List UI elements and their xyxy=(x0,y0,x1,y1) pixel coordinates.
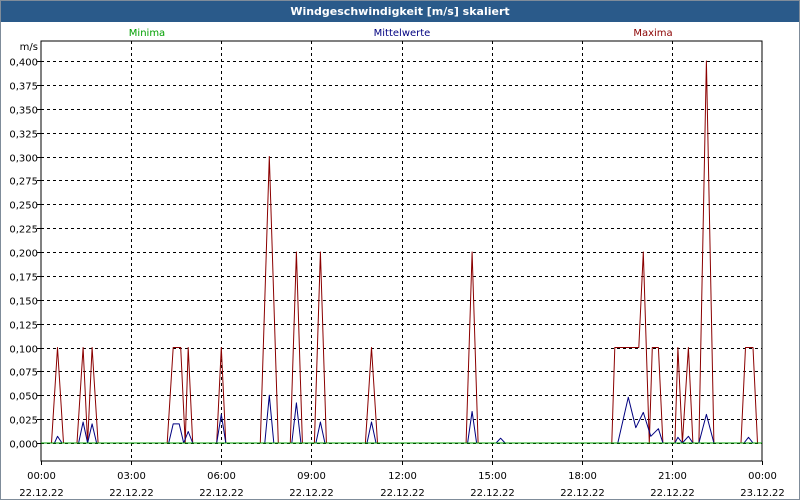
y-tick-label: 0,075 xyxy=(9,368,38,379)
y-tick-label: 0,325 xyxy=(9,130,38,141)
y-tick-label: 0,125 xyxy=(9,321,38,332)
x-tick-time: 06:00 xyxy=(207,471,236,482)
x-tick-time: 15:00 xyxy=(478,471,507,482)
y-tick-label: 0,275 xyxy=(9,177,38,188)
y-tick-label: 0,250 xyxy=(9,201,38,212)
y-tick-label: 0,100 xyxy=(9,345,38,356)
y-tick-label: 0,350 xyxy=(9,106,38,117)
y-tick-label: 0,300 xyxy=(9,154,38,165)
y-tick-label: 0,175 xyxy=(9,273,38,284)
legend-maxima: Maxima xyxy=(633,28,672,39)
y-tick-label: 0,000 xyxy=(9,440,38,451)
x-tick-time: 00:00 xyxy=(748,471,777,482)
x-tick-time: 21:00 xyxy=(658,471,687,482)
x-tick-date: 22.12.22 xyxy=(19,488,64,499)
x-tick-time: 12:00 xyxy=(388,471,417,482)
y-tick-label: 0,400 xyxy=(9,58,38,69)
chart-window: Windgeschwindigkeit [m/s] skaliert 0,000… xyxy=(0,0,800,500)
x-tick-date: 22.12.22 xyxy=(289,488,334,499)
y-tick-label: 0,200 xyxy=(9,249,38,260)
x-tick-time: 00:00 xyxy=(27,471,56,482)
x-tick-date: 23.12.22 xyxy=(740,488,785,499)
y-tick-label: 0,025 xyxy=(9,416,38,427)
y-axis-label: m/s xyxy=(20,42,38,53)
plot-area xyxy=(40,40,763,462)
legend-mittelwerte: Mittelwerte xyxy=(374,28,431,39)
x-tick-date: 22.12.22 xyxy=(650,488,695,499)
x-tick-time: 03:00 xyxy=(117,471,146,482)
y-tick-label: 0,050 xyxy=(9,392,38,403)
wind-speed-chart: 0,000 0,025 0,050 0,075 0,100 0,125 0,150 0,175… xyxy=(9,28,785,499)
x-tick-date: 22.12.22 xyxy=(199,488,244,499)
x-tick-date: 22.12.22 xyxy=(560,488,605,499)
y-tick-label: 0,150 xyxy=(9,297,38,308)
x-tick-time: 18:00 xyxy=(568,471,597,482)
x-tick-date: 22.12.22 xyxy=(380,488,425,499)
y-tick-label: 0,375 xyxy=(9,82,38,93)
legend-minima: Minima xyxy=(129,28,165,39)
x-tick-date: 22.12.22 xyxy=(470,488,515,499)
x-tick-time: 09:00 xyxy=(297,471,326,482)
y-tick-label: 0,225 xyxy=(9,225,38,236)
x-tick-date: 22.12.22 xyxy=(109,488,154,499)
